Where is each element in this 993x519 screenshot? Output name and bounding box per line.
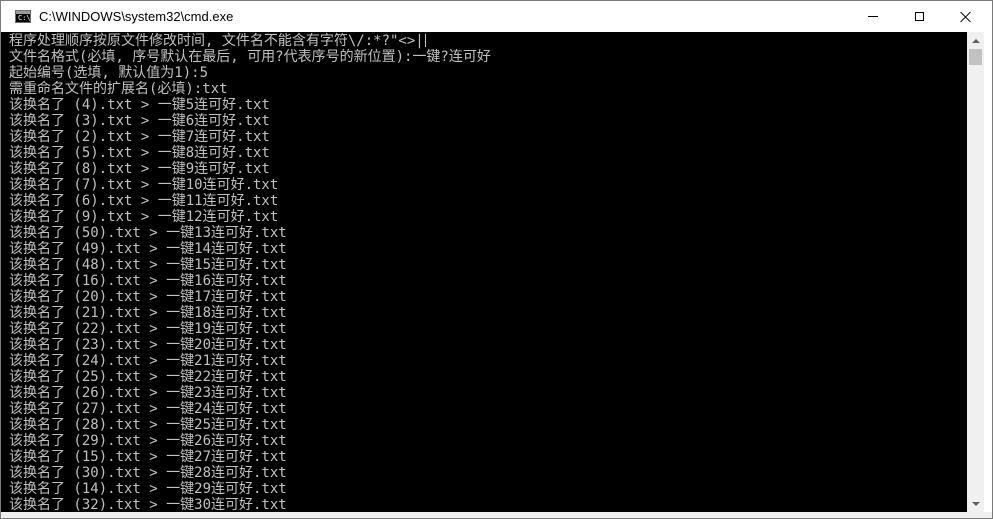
console-line: 该换名了 (29).txt > 一键26连可好.txt (9, 433, 287, 449)
console-line: 需重命名文件的扩展名(必填):txt (9, 81, 228, 97)
minimize-icon (868, 16, 878, 17)
console-line: 该换名了 (3).txt > 一键6连可好.txt (9, 113, 270, 129)
console-line: 起始编号(选填, 默认值为1):5 (9, 65, 209, 81)
arrow-down-icon (971, 501, 980, 506)
console-line: 该换名了 (24).txt > 一键21连可好.txt (9, 353, 287, 369)
console-line: 该换名了 (49).txt > 一键14连可好.txt (9, 241, 287, 257)
console-line: 该换名了 (26).txt > 一键23连可好.txt (9, 385, 287, 401)
scroll-thumb[interactable] (969, 49, 982, 65)
console-line: 该换名了 (28).txt > 一键25连可好.txt (9, 417, 287, 433)
cmd-window: C:\ C:\WINDOWS\system32\cmd.exe 程序处理顺序按原… (0, 0, 993, 519)
console-line: 该换名了 (25).txt > 一键22连可好.txt (9, 369, 287, 385)
arrow-up-icon (971, 38, 980, 43)
console-line: 该换名了 (8).txt > 一键9连可好.txt (9, 161, 270, 177)
title-bar[interactable]: C:\ C:\WINDOWS\system32\cmd.exe (1, 1, 992, 32)
maximize-button[interactable] (896, 1, 942, 32)
vertical-scrollbar[interactable] (967, 32, 984, 512)
console-line: 该换名了 (23).txt > 一键20连可好.txt (9, 337, 287, 353)
maximize-icon (914, 12, 924, 21)
cmd-icon[interactable]: C:\ (15, 10, 31, 23)
console-line: 该换名了 (22).txt > 一键19连可好.txt (9, 321, 287, 337)
minimize-button[interactable] (850, 1, 896, 32)
console-line: 该换名了 (9).txt > 一键12连可好.txt (9, 209, 279, 225)
scroll-down-button[interactable] (967, 495, 984, 512)
window-bottom-border (1, 512, 992, 518)
scroll-up-button[interactable] (967, 32, 984, 49)
console-line: 该换名了 (14).txt > 一键29连可好.txt (9, 481, 287, 497)
console-output[interactable]: 程序处理顺序按原文件修改时间, 文件名不能含有字符\/:*?"<>| 文件名格式… (1, 32, 967, 512)
console-line: 该换名了 (6).txt > 一键11连可好.txt (9, 193, 279, 209)
text-cursor (424, 34, 426, 47)
console-line: 该换名了 (15).txt > 一键27连可好.txt (9, 449, 287, 465)
console-lines: 程序处理顺序按原文件修改时间, 文件名不能含有字符\/:*?"<>| 文件名格式… (9, 33, 491, 512)
console-line: 该换名了 (7).txt > 一键10连可好.txt (9, 177, 279, 193)
console-line: 该换名了 (48).txt > 一键15连可好.txt (9, 257, 287, 273)
console-line: 该换名了 (27).txt > 一键24连可好.txt (9, 401, 287, 417)
console-line: 文件名格式(必填, 序号默认在最后, 可用?代表序号的新位置):一键?连可好 (9, 49, 491, 65)
console-line: 该换名了 (4).txt > 一键5连可好.txt (9, 97, 270, 113)
console-line: 该换名了 (30).txt > 一键28连可好.txt (9, 465, 287, 481)
console-line: 程序处理顺序按原文件修改时间, 文件名不能含有字符\/:*?"<>| (9, 33, 426, 49)
console-line: 该换名了 (32).txt > 一键30连可好.txt (9, 497, 287, 512)
close-button[interactable] (942, 1, 988, 32)
console-line: 该换名了 (5).txt > 一键8连可好.txt (9, 145, 270, 161)
window-title: C:\WINDOWS\system32\cmd.exe (39, 9, 234, 24)
console-line: 该换名了 (21).txt > 一键18连可好.txt (9, 305, 287, 321)
console-line: 该换名了 (2).txt > 一键7连可好.txt (9, 129, 270, 145)
console-line: 该换名了 (20).txt > 一键17连可好.txt (9, 289, 287, 305)
console-line: 该换名了 (50).txt > 一键13连可好.txt (9, 225, 287, 241)
cmd-icon-text: C:\ (18, 14, 31, 22)
close-icon (960, 11, 971, 22)
console-line: 该换名了 (16).txt > 一键16连可好.txt (9, 273, 287, 289)
